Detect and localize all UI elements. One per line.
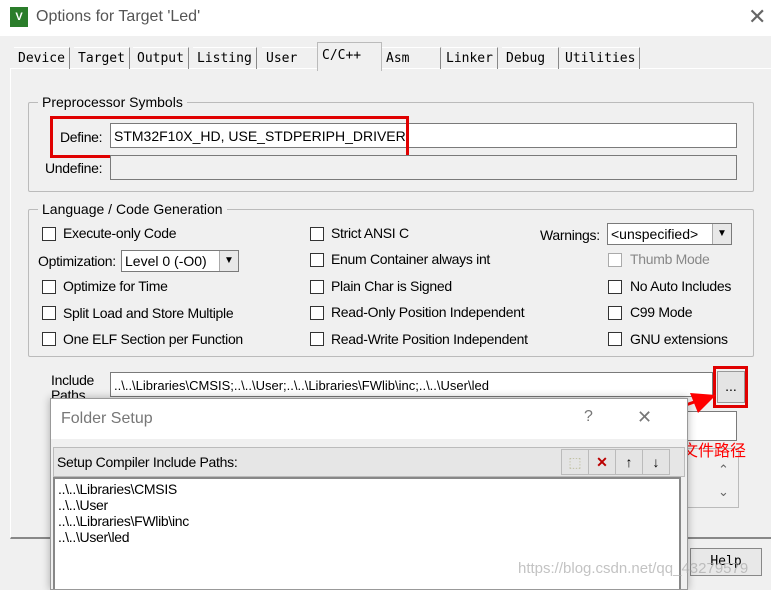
plain-char-label: Plain Char is Signed bbox=[331, 278, 452, 294]
preprocessor-label: Preprocessor Symbols bbox=[38, 94, 187, 110]
strict-ansi-checkbox[interactable] bbox=[310, 227, 324, 241]
tab-cc[interactable]: C/C++ bbox=[317, 42, 382, 71]
tab-linker[interactable]: Linker bbox=[442, 47, 498, 69]
optimization-label: Optimization: bbox=[38, 253, 116, 269]
enum-container-checkbox[interactable] bbox=[310, 253, 324, 267]
undefine-label: Undefine: bbox=[45, 160, 103, 176]
window-title: Options for Target 'Led' bbox=[36, 8, 201, 25]
undefine-input[interactable] bbox=[110, 155, 737, 180]
close-icon[interactable]: ✕ bbox=[748, 4, 766, 30]
execute-only-checkbox[interactable] bbox=[42, 227, 56, 241]
list-item[interactable]: ..\..\User bbox=[58, 497, 676, 513]
plain-char-checkbox[interactable] bbox=[310, 280, 324, 294]
keil-uvision-icon: V bbox=[10, 7, 28, 27]
move-up-icon[interactable]: ↑ bbox=[615, 449, 643, 475]
gnu-checkbox[interactable] bbox=[608, 332, 622, 346]
tab-debug[interactable]: Debug bbox=[502, 47, 559, 69]
split-load-checkbox[interactable] bbox=[42, 306, 56, 320]
optimize-time-checkbox[interactable] bbox=[42, 280, 56, 294]
tab-listing[interactable]: Listing bbox=[193, 47, 257, 69]
chevron-down-icon: ▼ bbox=[712, 224, 731, 244]
list-item[interactable]: ..\..\User\led bbox=[58, 529, 676, 545]
dialog-close-button[interactable]: ✕ bbox=[637, 407, 652, 428]
strict-ansi-label: Strict ANSI C bbox=[331, 225, 409, 241]
no-auto-includes-checkbox[interactable] bbox=[608, 280, 622, 294]
one-elf-checkbox[interactable] bbox=[42, 332, 56, 346]
include-paths-header: Setup Compiler Include Paths: bbox=[57, 454, 238, 470]
delete-icon[interactable]: ✕ bbox=[588, 449, 616, 475]
new-folder-icon[interactable]: ⬚ bbox=[561, 449, 589, 475]
tab-device[interactable]: Device bbox=[14, 47, 70, 69]
include-label-line1: Include bbox=[51, 372, 95, 388]
rw-pi-checkbox[interactable] bbox=[310, 332, 324, 346]
thumb-mode-checkbox[interactable] bbox=[608, 253, 622, 267]
language-label: Language / Code Generation bbox=[38, 201, 227, 217]
no-auto-includes-label: No Auto Includes bbox=[630, 278, 732, 294]
dialog-title: Folder Setup bbox=[61, 410, 153, 427]
scroll-down-icon[interactable]: ⌄ bbox=[718, 484, 729, 500]
split-load-label: Split Load and Store Multiple bbox=[63, 305, 234, 321]
warnings-label: Warnings: bbox=[540, 227, 600, 243]
execute-only-label: Execute-only Code bbox=[63, 225, 177, 241]
optimization-value: Level 0 (-O0) bbox=[125, 253, 207, 269]
list-item[interactable]: ..\..\Libraries\FWlib\inc bbox=[58, 513, 676, 529]
thumb-mode-label: Thumb Mode bbox=[630, 251, 710, 267]
warnings-value: <unspecified> bbox=[611, 226, 699, 242]
dialog-help-button[interactable]: ? bbox=[584, 408, 593, 426]
optimization-select[interactable]: Level 0 (-O0) ▼ bbox=[121, 250, 239, 272]
c99-checkbox[interactable] bbox=[608, 306, 622, 320]
watermark: https://blog.csdn.net/qq_43279579 bbox=[518, 560, 749, 577]
tab-user[interactable]: User bbox=[262, 47, 321, 69]
gnu-label: GNU extensions bbox=[630, 331, 728, 347]
chevron-down-icon: ▼ bbox=[219, 251, 238, 271]
tab-utilities[interactable]: Utilities bbox=[561, 47, 641, 69]
scroll-up-icon[interactable]: ⌃ bbox=[718, 462, 729, 478]
ro-pi-label: Read-Only Position Independent bbox=[331, 304, 525, 320]
c99-label: C99 Mode bbox=[630, 304, 693, 320]
list-item[interactable]: ..\..\Libraries\CMSIS bbox=[58, 481, 676, 497]
tab-asm[interactable]: Asm bbox=[382, 47, 441, 69]
rw-pi-label: Read-Write Position Independent bbox=[331, 331, 528, 347]
tab-output[interactable]: Output bbox=[133, 47, 189, 69]
one-elf-label: One ELF Section per Function bbox=[63, 331, 243, 347]
warnings-select[interactable]: <unspecified> ▼ bbox=[607, 223, 732, 245]
enum-container-label: Enum Container always int bbox=[331, 251, 491, 267]
optimize-time-label: Optimize for Time bbox=[63, 278, 168, 294]
move-down-icon[interactable]: ↓ bbox=[642, 449, 670, 475]
highlight-box bbox=[50, 116, 409, 158]
tab-target[interactable]: Target bbox=[74, 47, 130, 69]
ro-pi-checkbox[interactable] bbox=[310, 306, 324, 320]
